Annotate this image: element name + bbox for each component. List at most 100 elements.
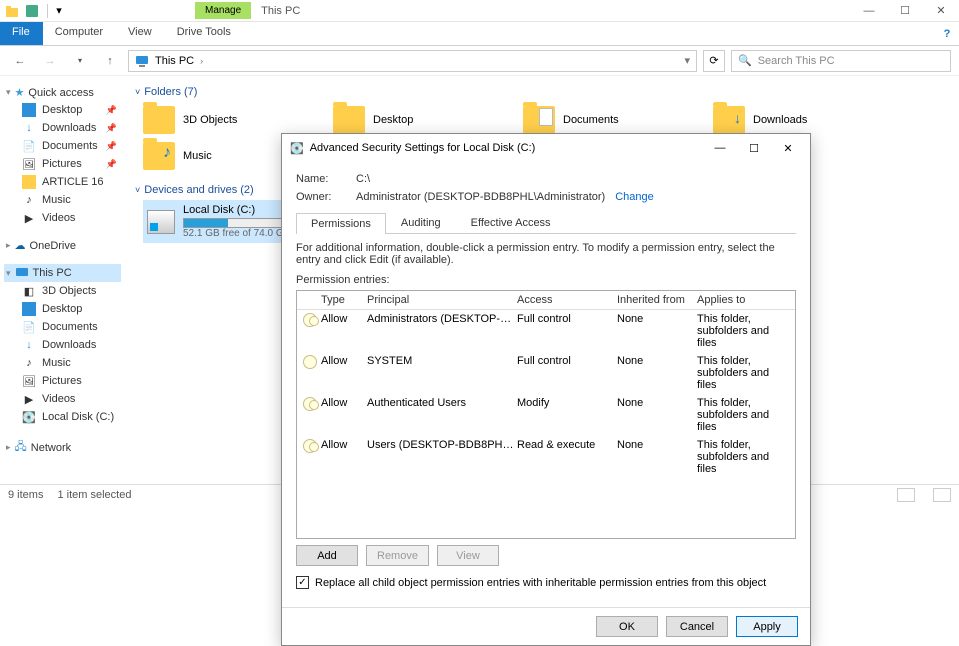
owner-label: Owner: [296,191,356,203]
tab-permissions[interactable]: Permissions [296,213,386,234]
chevron-down-icon: ▾ [6,268,11,279]
ribbon-tabs: File Computer View Drive Tools ? [0,22,959,46]
pin-icon: 📌 [106,105,117,116]
breadcrumb-node[interactable]: This PC [155,55,194,67]
dialog-minimize-button[interactable]: — [706,138,734,158]
sidebar-item-localdisk[interactable]: 💽Local Disk (C:) [4,408,121,426]
checkbox-icon[interactable]: ✓ [296,576,309,589]
col-access[interactable]: Access [517,294,617,306]
dialog-title: Advanced Security Settings for Local Dis… [310,142,536,154]
perm-row[interactable]: AllowAuthenticated UsersModifyNoneThis f… [297,394,795,436]
folder-label: Music [183,150,212,162]
group-label: Folders (7) [144,86,197,98]
sidebar-item-videos[interactable]: ▶Videos [4,209,121,227]
forward-button[interactable]: → [38,49,62,73]
folder-icon [523,106,555,134]
up-button[interactable]: ↑ [98,49,122,73]
perm-type: Allow [321,397,367,433]
recent-dropdown[interactable]: ▾ [68,49,92,73]
tab-drive-tools[interactable]: Drive Tools [165,22,244,45]
music-icon: ♪ [22,356,36,370]
sidebar-onedrive[interactable]: ▸☁OneDrive [4,237,121,254]
address-bar[interactable]: This PC › ▾ [128,50,697,72]
perm-principal: Users (DESKTOP-BDB8PHL\Us... [367,439,517,475]
maximize-button[interactable]: ☐ [887,0,923,22]
col-applies[interactable]: Applies to [697,294,789,306]
remove-button[interactable]: Remove [366,545,429,566]
sidebar-item-label: Desktop [42,104,82,116]
col-principal[interactable]: Principal [367,294,517,306]
tab-auditing[interactable]: Auditing [386,212,456,233]
tab-view[interactable]: View [116,22,165,45]
sidebar-item-3dobjects[interactable]: ◧3D Objects [4,282,121,300]
folder-downloads[interactable]: Downloads [713,106,873,134]
perm-applies: This folder, subfolders and files [697,397,789,433]
perm-row[interactable]: AllowSYSTEMFull controlNoneThis folder, … [297,352,795,394]
dialog-footer: OK Cancel Apply [282,607,810,645]
change-owner-link[interactable]: Change [615,191,654,203]
add-button[interactable]: Add [296,545,358,566]
sidebar-item-music2[interactable]: ♪Music [4,354,121,372]
sidebar-network[interactable]: ▸🖧Network [4,436,121,459]
sidebar-item-documents[interactable]: 📄Documents📌 [4,137,121,155]
sidebar-quick-access[interactable]: ▾★Quick access [4,84,121,101]
explorer-icon [4,3,20,19]
folders-group-header[interactable]: ˅Folders (7) [135,82,949,102]
tab-computer[interactable]: Computer [43,22,116,45]
sidebar-item-desktop[interactable]: Desktop 📌 [4,101,121,119]
sidebar-item-downloads2[interactable]: ↓Downloads [4,336,121,354]
apply-button[interactable]: Apply [736,616,798,637]
folder-music[interactable]: Music [143,142,303,170]
sidebar-this-pc[interactable]: ▾ This PC [4,264,121,282]
context-tab-manage[interactable]: Manage [195,2,251,19]
folder-3dobjects[interactable]: 3D Objects [143,106,303,134]
ok-button[interactable]: OK [596,616,658,637]
perm-row[interactable]: AllowAdministrators (DESKTOP-BD...Full c… [297,310,795,352]
search-input[interactable]: 🔍 Search This PC [731,50,951,72]
perm-applies: This folder, subfolders and files [697,355,789,391]
address-dropdown-icon[interactable]: ▾ [684,54,690,67]
dialog-tabs: Permissions Auditing Effective Access [296,212,796,234]
dialog-close-button[interactable]: ✕ [774,138,802,158]
perm-inherited: None [617,397,697,433]
perm-access: Read & execute [517,439,617,475]
col-inherited[interactable]: Inherited from [617,294,697,306]
sidebar-label: This PC [33,267,72,279]
col-type[interactable]: Type [321,294,367,306]
folder-documents[interactable]: Documents [523,106,683,134]
view-large-button[interactable] [933,488,951,502]
qat-dropdown-icon[interactable]: ▾ [51,3,67,19]
close-button[interactable]: ✕ [923,0,959,22]
folder-icon [143,142,175,170]
perm-principal: Authenticated Users [367,397,517,433]
cancel-button[interactable]: Cancel [666,616,728,637]
view-details-button[interactable] [897,488,915,502]
replace-children-checkbox-row[interactable]: ✓ Replace all child object permission en… [296,576,796,589]
tab-file[interactable]: File [0,22,43,45]
perm-inherited: None [617,439,697,475]
sidebar-item-downloads[interactable]: ↓Downloads📌 [4,119,121,137]
sidebar-item-desktop2[interactable]: Desktop [4,300,121,318]
perm-row[interactable]: AllowUsers (DESKTOP-BDB8PHL\Us...Read & … [297,436,795,478]
sidebar-item-music[interactable]: ♪Music [4,191,121,209]
dialog-maximize-button[interactable]: ☐ [740,138,768,158]
tab-effective-access[interactable]: Effective Access [456,212,566,233]
search-icon: 🔍 [738,54,752,67]
3d-icon: ◧ [22,284,36,298]
properties-icon[interactable] [24,3,40,19]
help-icon[interactable]: ? [935,22,959,45]
folder-desktop[interactable]: Desktop [333,106,493,134]
breadcrumb-chevron-icon[interactable]: › [200,56,203,66]
minimize-button[interactable]: — [851,0,887,22]
group-label: Devices and drives (2) [144,184,253,196]
folder-icon [713,106,745,134]
sidebar-item-label: Videos [42,212,75,224]
sidebar-item-article16[interactable]: ARTICLE 16 [4,173,121,191]
sidebar-item-videos2[interactable]: ▶Videos [4,390,121,408]
sidebar-item-pictures[interactable]: 🖼Pictures📌 [4,155,121,173]
back-button[interactable]: ← [8,49,32,73]
view-button[interactable]: View [437,545,499,566]
sidebar-item-documents2[interactable]: 📄Documents [4,318,121,336]
sidebar-item-pictures2[interactable]: 🖼Pictures [4,372,121,390]
refresh-button[interactable]: ⟳ [703,50,725,72]
